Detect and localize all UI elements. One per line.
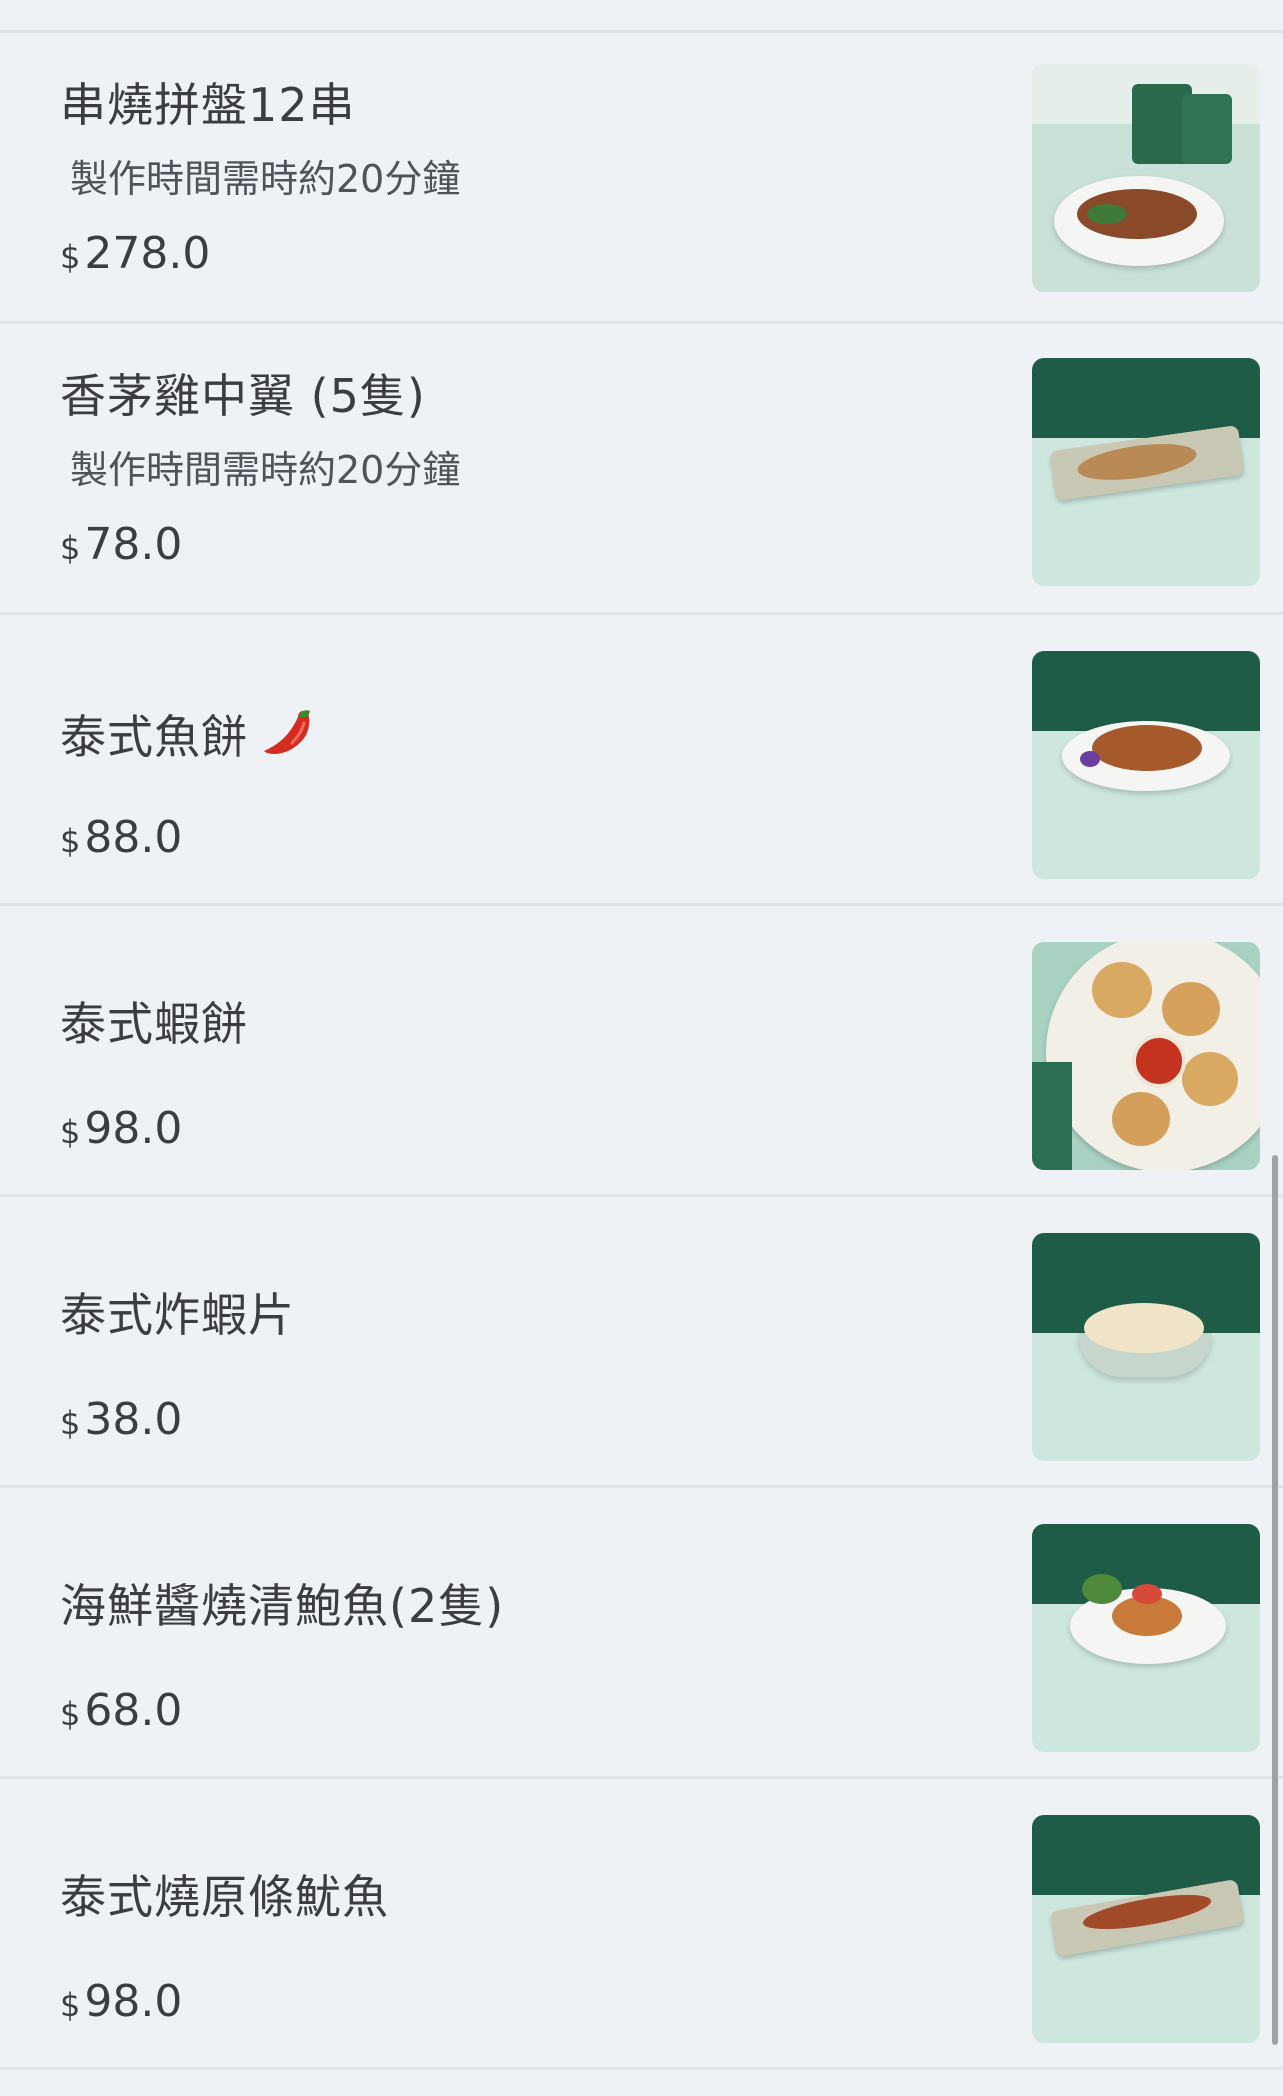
item-name: 串燒拼盤12串 — [60, 78, 356, 132]
currency-symbol: $ — [60, 1404, 81, 1442]
price-value: 78.0 — [84, 519, 183, 570]
item-price: $98.0 — [60, 1102, 182, 1159]
menu-item-chicken-wings[interactable]: 香茅雞中翼 (5隻) 製作時間需時約20分鐘 $78.0 — [0, 324, 1283, 615]
grilled-squid-photo[interactable] — [1032, 1815, 1260, 2043]
item-price: $38.0 — [60, 1393, 182, 1450]
item-name: 泰式魚餅 — [60, 705, 316, 765]
item-note: 製作時間需時約20分鐘 — [70, 157, 461, 201]
currency-symbol: $ — [60, 238, 81, 276]
shrimp-cake-photo[interactable] — [1032, 942, 1260, 1170]
currency-symbol: $ — [60, 529, 81, 567]
currency-symbol: $ — [60, 1986, 81, 2024]
item-name: 香茅雞中翼 (5隻) — [60, 369, 426, 423]
menu-item-prawn-crackers[interactable]: 泰式炸蝦片 $38.0 — [0, 1197, 1283, 1488]
item-name-text: 泰式魚餅 — [60, 710, 248, 764]
item-note: 製作時間需時約20分鐘 — [70, 448, 461, 492]
menu-item-shrimp-cake[interactable]: 泰式蝦餅 $98.0 — [0, 906, 1283, 1197]
scrollbar[interactable] — [1272, 1155, 1278, 2045]
skewer-platter-photo[interactable] — [1032, 64, 1260, 292]
chili-pepper-icon — [264, 710, 310, 754]
fish-cake-photo[interactable] — [1032, 651, 1260, 879]
price-value: 98.0 — [84, 1976, 183, 2027]
abalone-photo[interactable] — [1032, 1524, 1260, 1752]
price-value: 88.0 — [84, 812, 183, 863]
item-price: $68.0 — [60, 1684, 182, 1741]
price-value: 278.0 — [84, 228, 211, 279]
price-value: 68.0 — [84, 1685, 183, 1736]
item-name: 海鮮醬燒清鮑魚(2隻) — [60, 1579, 505, 1633]
menu-item-fish-cake[interactable]: 泰式魚餅 $88.0 — [0, 615, 1283, 906]
menu-item-skewer-platter[interactable]: 串燒拼盤12串 製作時間需時約20分鐘 $278.0 — [0, 33, 1283, 324]
currency-symbol: $ — [60, 1113, 81, 1151]
item-name: 泰式燒原條魷魚 — [60, 1870, 389, 1924]
item-name: 泰式蝦餅 — [60, 997, 248, 1051]
prawn-crackers-photo[interactable] — [1032, 1233, 1260, 1461]
item-price: $278.0 — [60, 227, 210, 284]
item-name: 泰式炸蝦片 — [60, 1288, 295, 1342]
menu-item-grilled-squid[interactable]: 泰式燒原條魷魚 $98.0 — [0, 1779, 1283, 2070]
currency-symbol: $ — [60, 822, 81, 860]
item-price: $98.0 — [60, 1975, 182, 2032]
item-price: $88.0 — [60, 811, 182, 868]
price-value: 98.0 — [84, 1103, 183, 1154]
menu-item-abalone[interactable]: 海鮮醬燒清鮑魚(2隻) $68.0 — [0, 1488, 1283, 1779]
chicken-wings-photo[interactable] — [1032, 358, 1260, 586]
price-value: 38.0 — [84, 1394, 183, 1445]
currency-symbol: $ — [60, 1695, 81, 1733]
item-price: $78.0 — [60, 518, 182, 575]
